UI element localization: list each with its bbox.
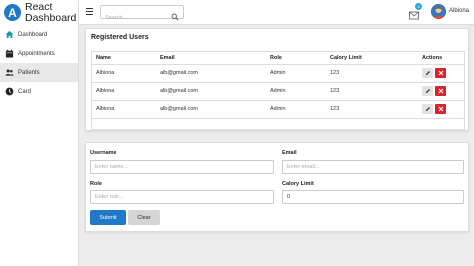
- cell-name: Albiona: [92, 100, 156, 119]
- edit-button[interactable]: [422, 104, 433, 114]
- search-icon[interactable]: [171, 8, 179, 21]
- username-input[interactable]: [90, 160, 274, 174]
- delete-button[interactable]: [435, 68, 446, 78]
- header-actions: Actions: [418, 52, 464, 65]
- sidebar-item-label: Patients: [18, 69, 40, 76]
- brand-title: React Dashboard: [25, 0, 77, 24]
- topbar: 3 Albiona: [79, 0, 474, 25]
- avatar[interactable]: [431, 4, 446, 19]
- react-logo-icon: A: [4, 4, 21, 21]
- email-input[interactable]: [282, 160, 464, 174]
- edit-button[interactable]: [422, 86, 433, 96]
- cell-actions: [418, 100, 464, 119]
- brand[interactable]: A React Dashboard: [0, 0, 78, 25]
- delete-button[interactable]: [435, 104, 446, 114]
- table-row: Albiona alb@gmail.com Admin 123: [92, 82, 464, 101]
- sidebar-item-label: Card: [18, 88, 32, 95]
- edit-button[interactable]: [422, 68, 433, 78]
- sidebar-nav: Dashboard Appointments Patients Card: [0, 25, 78, 101]
- cell-calory-limit: 123: [326, 100, 418, 119]
- users-table: Name Email Role Calory Limit Actions Alb…: [92, 52, 464, 119]
- role-label: Role: [90, 181, 102, 187]
- users-table-wrapper: Name Email Role Calory Limit Actions Alb…: [91, 51, 465, 130]
- close-icon: [438, 106, 443, 112]
- cell-actions: [418, 82, 464, 101]
- header-name: Name: [92, 52, 156, 65]
- table-row: Albiona alb@gmail.com Admin 123: [92, 100, 464, 119]
- header-email: Email: [156, 52, 266, 65]
- sidebar-item-label: Dashboard: [18, 31, 48, 38]
- cell-role: Admin: [266, 100, 326, 119]
- cell-email: alb@gmail.com: [156, 100, 266, 119]
- cell-email: alb@gmail.com: [156, 82, 266, 101]
- brand-title-line2: Dashboard: [25, 11, 77, 24]
- delete-button[interactable]: [435, 86, 446, 96]
- menu-toggle-icon[interactable]: [86, 8, 93, 15]
- email-label: Email: [282, 150, 297, 156]
- cell-name: Albiona: [92, 82, 156, 101]
- brand-title-line1: React: [25, 0, 53, 13]
- search-input[interactable]: [101, 12, 169, 24]
- username-label: Username: [90, 150, 117, 156]
- cell-calory-limit: 123: [326, 82, 418, 101]
- sidebar-item-card[interactable]: Card: [0, 82, 78, 101]
- calory-limit-label: Calory Limit: [282, 181, 314, 187]
- header-role: Role: [266, 52, 326, 65]
- search-box: [100, 5, 184, 24]
- sidebar-item-dashboard[interactable]: Dashboard: [0, 25, 78, 44]
- role-input[interactable]: [90, 190, 274, 204]
- sidebar-item-appointments[interactable]: Appointments: [0, 44, 78, 63]
- user-name[interactable]: Albiona: [449, 8, 469, 14]
- submit-button[interactable]: Submit: [90, 210, 126, 225]
- table-header-row: Name Email Role Calory Limit Actions: [92, 52, 464, 65]
- cell-email: alb@gmail.com: [156, 64, 266, 83]
- cell-calory-limit: 123: [326, 64, 418, 83]
- calory-limit-input[interactable]: [282, 190, 464, 204]
- cell-actions: [418, 64, 464, 83]
- close-icon: [438, 88, 443, 94]
- clock-icon: [5, 87, 14, 96]
- home-icon: [5, 30, 14, 39]
- users-icon: [5, 68, 14, 77]
- pencil-icon: [425, 71, 430, 75]
- pencil-icon: [425, 89, 430, 93]
- calendar-icon: [5, 49, 14, 58]
- clear-button[interactable]: Clear: [128, 210, 160, 225]
- header-calory-limit: Calory Limit: [326, 52, 418, 65]
- sidebar: A React Dashboard Dashboard Appointments…: [0, 0, 79, 266]
- registered-users-card: Registered Users Name Email Role Calory …: [85, 28, 469, 131]
- notification-badge: 3: [415, 3, 422, 10]
- cell-role: Admin: [266, 64, 326, 83]
- cell-role: Admin: [266, 82, 326, 101]
- pencil-icon: [425, 107, 430, 111]
- cell-name: Albiona: [92, 64, 156, 83]
- close-icon: [438, 70, 443, 76]
- user-form-card: Username Email Role Calory Limit Submit …: [85, 142, 469, 232]
- card-title: Registered Users: [91, 34, 149, 41]
- table-row: Albiona alb@gmail.com Admin 123: [92, 64, 464, 83]
- sidebar-item-patients[interactable]: Patients: [0, 63, 78, 82]
- sidebar-item-label: Appointments: [18, 50, 55, 57]
